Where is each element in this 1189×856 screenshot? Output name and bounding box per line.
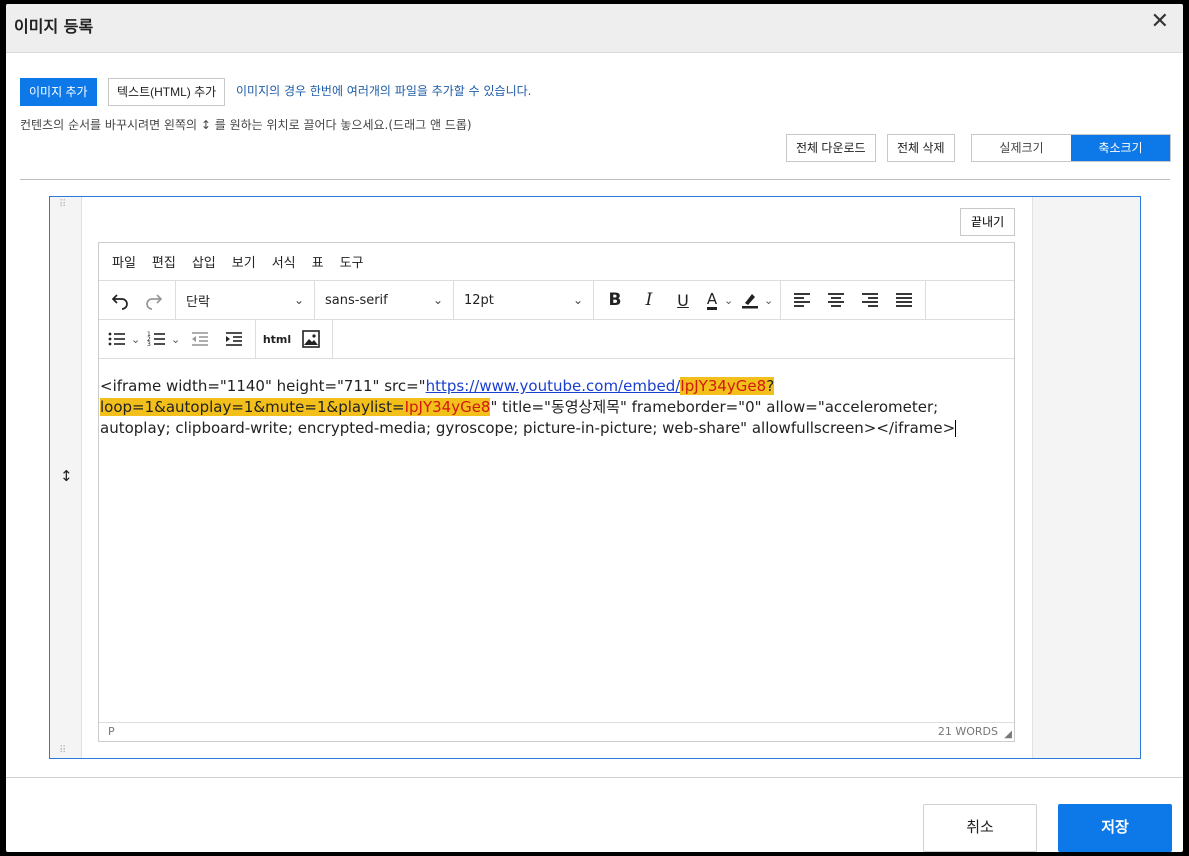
multi-file-info-text: 이미지의 경우 한번에 여러개의 파일을 추가할 수 있습니다. — [236, 84, 532, 98]
svg-text:3: 3 — [147, 341, 151, 348]
save-button[interactable]: 저장 — [1058, 804, 1172, 852]
font-family-value: sans-serif — [325, 292, 388, 308]
image-register-dialog: 이미지 등록 ✕ 이미지 추가 텍스트(HTML) 추가 이미지의 경우 한번에… — [6, 4, 1183, 852]
editor-toolbar-row1: 단락 ⌄ sans-serif ⌄ 12pt ⌄ B I U A ⌄ ⌄ — [99, 281, 1014, 320]
font-family-select[interactable]: sans-serif ⌄ — [315, 281, 454, 319]
content-side-panel — [1032, 197, 1140, 758]
menu-format[interactable]: 서식 — [264, 252, 304, 271]
size-toggle: 실제크기 축소크기 — [971, 134, 1171, 162]
add-image-button[interactable]: 이미지 추가 — [20, 78, 97, 106]
dialog-titlebar: 이미지 등록 ✕ — [6, 4, 1183, 53]
html-source-button[interactable]: html — [260, 333, 294, 346]
editor-content-area[interactable]: <iframe width="1140" height="711" src="h… — [99, 360, 1014, 724]
actual-size-option[interactable]: 실제크기 — [972, 135, 1071, 161]
italic-icon[interactable]: I — [632, 285, 666, 315]
align-justify-icon[interactable] — [887, 285, 921, 315]
text-caret — [955, 420, 957, 437]
block-format-value: 단락 — [186, 294, 210, 310]
menu-file[interactable]: 파일 — [104, 252, 144, 271]
grip-icon: ⠿ — [59, 199, 66, 210]
rich-text-editor: 파일 편집 삽입 보기 서식 표 도구 단락 ⌄ sans-serif ⌄ 12… — [98, 242, 1015, 742]
content-block: ⠿ ↕ ⠿ 끝내기 파일 편집 삽입 보기 서식 표 도구 단락 ⌄ sans-… — [49, 196, 1141, 759]
highlight-color-icon[interactable] — [736, 285, 764, 315]
align-center-icon[interactable] — [819, 285, 853, 315]
block-format-select[interactable]: 단락 ⌄ — [176, 281, 315, 319]
params-highlight: loop=1&autoplay=1&mute=1&playlist= — [100, 398, 405, 416]
text-color-icon[interactable]: A — [700, 285, 724, 315]
bullet-list-icon[interactable] — [103, 324, 131, 354]
chevron-down-icon: ⌄ — [432, 293, 443, 307]
menu-table[interactable]: 표 — [304, 252, 332, 271]
cancel-button[interactable]: 취소 — [923, 804, 1037, 852]
drag-handle-icon[interactable]: ↕ — [60, 467, 73, 485]
drag-column[interactable]: ⠿ ↕ ⠿ — [50, 197, 82, 758]
align-left-icon[interactable] — [785, 285, 819, 315]
iframe-code-start: <iframe width="1140" height="711" src=" — [100, 377, 426, 395]
bold-icon[interactable]: B — [598, 285, 632, 315]
align-right-icon[interactable] — [853, 285, 887, 315]
menu-edit[interactable]: 편집 — [144, 252, 184, 271]
insert-image-icon[interactable] — [294, 324, 328, 354]
outdent-icon[interactable] — [183, 324, 217, 354]
editor-menubar: 파일 편집 삽입 보기 서식 표 도구 — [99, 243, 1014, 281]
editor-statusbar: P 21 WORDS ◢ — [99, 722, 1014, 741]
element-path[interactable]: P — [108, 725, 115, 738]
reorder-help-text: 컨텐츠의 순서를 바꾸시려면 왼쪽의 ↕ 를 원하는 위치로 끌어다 놓으세요.… — [20, 118, 472, 132]
chevron-down-icon[interactable]: ⌄ — [131, 333, 143, 346]
font-size-value: 12pt — [464, 292, 494, 308]
finish-button[interactable]: 끝내기 — [960, 208, 1016, 236]
underline-icon[interactable]: U — [666, 285, 700, 315]
chevron-down-icon: ⌄ — [293, 293, 304, 307]
download-all-button[interactable]: 전체 다운로드 — [786, 134, 876, 162]
indent-icon[interactable] — [217, 324, 251, 354]
query-mark-highlight: ? — [766, 377, 775, 395]
playlist-id-highlight: IpJY34yGe8 — [404, 398, 491, 416]
word-count: 21 WORDS — [937, 725, 998, 738]
chevron-down-icon[interactable]: ⌄ — [764, 294, 776, 307]
editor-toolbar-row2: ⌄ 123 ⌄ html — [99, 320, 1014, 359]
redo-icon[interactable] — [137, 285, 171, 315]
chevron-down-icon[interactable]: ⌄ — [724, 294, 736, 307]
reduced-size-option[interactable]: 축소크기 — [1071, 135, 1170, 161]
grip-icon: ⠿ — [59, 745, 66, 756]
youtube-embed-link[interactable]: https://www.youtube.com/embed/ — [426, 377, 681, 395]
divider — [20, 179, 1170, 180]
delete-all-button[interactable]: 전체 삭제 — [887, 134, 955, 162]
add-text-html-button[interactable]: 텍스트(HTML) 추가 — [108, 78, 226, 106]
chevron-down-icon: ⌄ — [572, 293, 583, 307]
resize-handle-icon[interactable]: ◢ — [1004, 729, 1012, 740]
close-icon[interactable]: ✕ — [1151, 10, 1169, 34]
menu-tools[interactable]: 도구 — [332, 252, 372, 271]
chevron-down-icon[interactable]: ⌄ — [171, 333, 183, 346]
font-size-select[interactable]: 12pt ⌄ — [454, 281, 594, 319]
numbered-list-icon[interactable]: 123 — [143, 324, 171, 354]
footer-divider — [6, 777, 1183, 778]
video-id-highlight: IpJY34yGe8 — [680, 377, 767, 395]
menu-insert[interactable]: 삽입 — [184, 252, 224, 271]
undo-icon[interactable] — [103, 285, 137, 315]
menu-view[interactable]: 보기 — [224, 252, 264, 271]
dialog-title: 이미지 등록 — [14, 17, 94, 36]
